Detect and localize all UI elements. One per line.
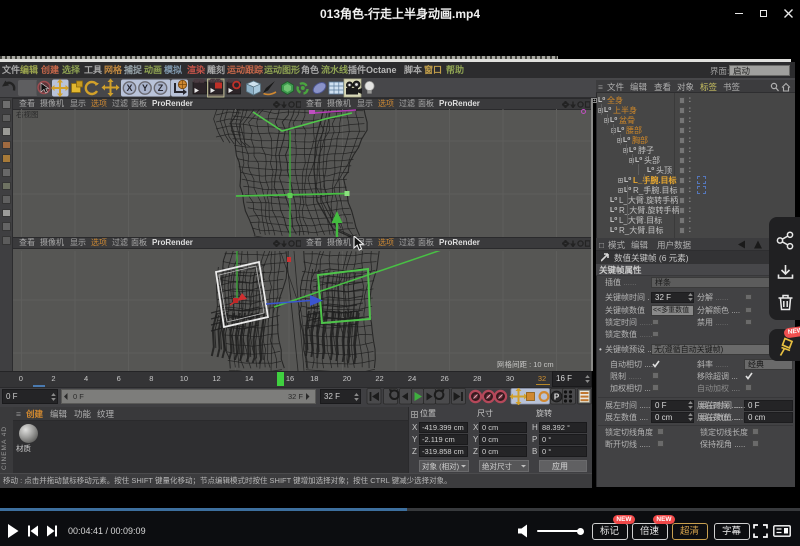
svg-text:Y: Y: [142, 83, 148, 93]
svg-text:P: P: [554, 393, 560, 402]
svg-text:Z: Z: [158, 83, 164, 93]
svg-text:X: X: [126, 83, 132, 93]
